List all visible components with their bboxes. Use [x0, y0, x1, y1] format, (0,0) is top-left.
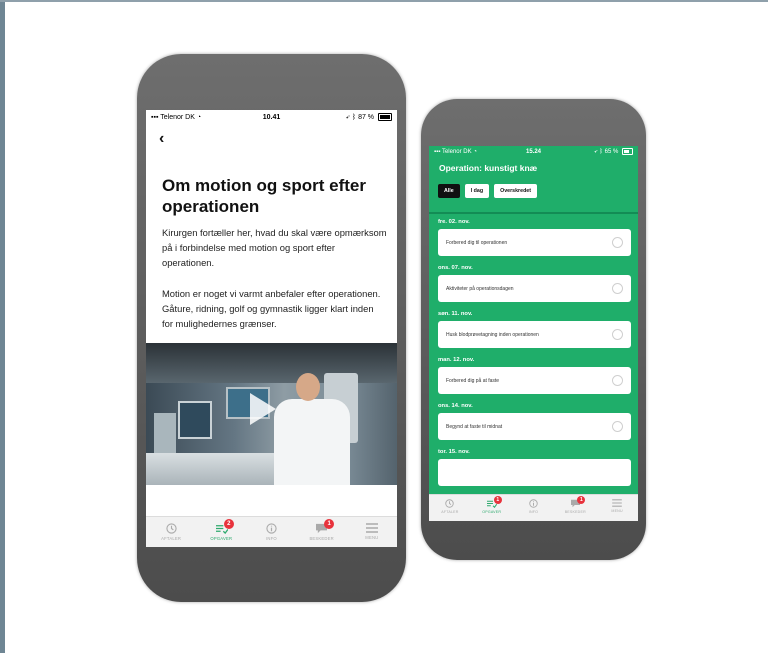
location-icon: ➶ — [594, 149, 598, 156]
video-player[interactable] — [146, 343, 397, 485]
tab-menu[interactable]: Menu — [347, 517, 397, 540]
article-paragraph-2: Motion er noget vi varmt anbefaler efter… — [162, 288, 381, 329]
tab-beskeder[interactable]: 1 Beskeder — [554, 495, 596, 514]
menu-icon — [612, 499, 622, 507]
info-icon — [266, 523, 277, 534]
bluetooth-icon: ᛒ — [351, 113, 357, 121]
clock-icon — [165, 523, 177, 534]
task-checkbox[interactable] — [612, 375, 623, 386]
filter-overskredet-button[interactable]: Overskredet — [494, 184, 538, 198]
day-label: ons. 14. nov. — [438, 403, 473, 409]
badge: 2 — [223, 519, 234, 529]
video-monitor — [178, 401, 212, 439]
article-paragraph-1: Kirurgen fortæller her, hvad du skal vær… — [162, 227, 387, 268]
page-title: Operation: kunstigt knæ — [439, 163, 538, 173]
day-group: ons. 14. nov. Begynd at faste til midnat — [438, 403, 631, 440]
battery-icon — [378, 113, 392, 121]
day-group: man. 12. nov. Forbered dig på at faste — [438, 357, 631, 394]
wifi-icon: ◔ — [196, 113, 202, 121]
task-checkbox[interactable] — [612, 237, 623, 248]
day-label: tor. 15. nov. — [438, 449, 470, 455]
play-icon[interactable] — [250, 393, 276, 425]
phone-left-screen: ▪▪▪ Telenor DK ◔ 10.41 ➶ ᛒ 87 % ‹ Om mot… — [146, 110, 397, 547]
tab-opgaver[interactable]: 1 Opgaver — [471, 495, 513, 514]
day-label: søn. 11. nov. — [438, 311, 473, 317]
day-group: søn. 11. nov. Husk blodprøvetagning inde… — [438, 311, 631, 348]
filter-bar: Alle I dag Overskredet — [438, 184, 538, 198]
status-bar: ▪▪▪ Telenor DK ◔ 15.24 ➶ ᛒ 65 % — [429, 146, 638, 158]
day-group: tor. 15. nov. — [438, 449, 631, 486]
filter-i-dag-button[interactable]: I dag — [464, 184, 490, 198]
status-bar: ▪▪▪ Telenor DK ◔ 10.41 ➶ ᛒ 87 % — [146, 110, 397, 124]
day-label: ons. 07. nov. — [438, 265, 473, 271]
menu-icon — [365, 523, 378, 533]
filter-alle-button[interactable]: Alle — [438, 184, 460, 198]
task-checkbox[interactable] — [612, 283, 623, 294]
task-card[interactable]: Aktiviteter på operationsdagen — [438, 275, 631, 302]
day-label: fre. 02. nov. — [438, 219, 470, 225]
battery-icon — [622, 148, 633, 156]
battery-label: ➶ ᛒ 87 % — [346, 113, 392, 121]
tab-aftaler[interactable]: Aftaler — [429, 495, 471, 514]
phone-right-screen: ▪▪▪ Telenor DK ◔ 15.24 ➶ ᛒ 65 % Operatio… — [429, 146, 638, 521]
tab-bar: Aftaler 2 Opgaver Info 1 Beskeder Menu — [146, 516, 397, 547]
badge: 1 — [577, 496, 586, 504]
video-surgeon — [274, 373, 350, 485]
signal-icon: ▪▪▪ — [434, 149, 441, 155]
task-card[interactable]: Forbered dig på at faste — [438, 367, 631, 394]
task-card[interactable]: Begynd at faste til midnat — [438, 413, 631, 440]
badge: 1 — [493, 496, 502, 504]
tab-aftaler[interactable]: Aftaler — [146, 517, 196, 541]
frame-top-edge — [0, 0, 768, 2]
tab-menu[interactable]: Menu — [596, 495, 638, 513]
tab-opgaver[interactable]: 2 Opgaver — [196, 517, 246, 541]
day-group: fre. 02. nov. Forbered dig til operation… — [438, 219, 631, 256]
location-icon: ➶ — [345, 113, 350, 121]
task-card[interactable] — [438, 459, 631, 486]
phone-left: ▪▪▪ Telenor DK ◔ 10.41 ➶ ᛒ 87 % ‹ Om mot… — [137, 54, 406, 602]
battery-label: ➶ ᛒ 65 % — [594, 148, 633, 156]
task-card[interactable]: Forbered dig til operationen — [438, 229, 631, 256]
carrier-label: ▪▪▪ Telenor DK ◔ — [151, 113, 202, 121]
tab-info[interactable]: Info — [246, 517, 296, 541]
task-card[interactable]: Husk blodprøvetagning inden operationen — [438, 321, 631, 348]
bluetooth-icon: ᛒ — [599, 149, 603, 156]
wifi-icon: ◔ — [473, 149, 477, 155]
task-checkbox[interactable] — [612, 421, 623, 432]
day-label: man. 12. nov. — [438, 357, 475, 363]
signal-icon: ▪▪▪ — [151, 113, 159, 121]
tab-beskeder[interactable]: 1 Beskeder — [297, 517, 347, 541]
badge: 1 — [324, 519, 335, 529]
task-list: fre. 02. nov. Forbered dig til operation… — [438, 219, 631, 495]
tab-bar: Aftaler 1 Opgaver Info 1 Beskeder Menu — [429, 494, 638, 521]
page-title: Om motion og sport efter operationen — [162, 176, 366, 216]
back-button[interactable]: ‹ — [159, 130, 164, 148]
day-group: ons. 07. nov. Aktiviteter på operationsd… — [438, 265, 631, 302]
video-ceiling — [146, 343, 397, 383]
clock-icon — [445, 499, 455, 508]
divider — [429, 212, 638, 214]
carrier-label: ▪▪▪ Telenor DK ◔ — [434, 149, 477, 155]
phone-right: ▪▪▪ Telenor DK ◔ 15.24 ➶ ᛒ 65 % Operatio… — [421, 99, 646, 560]
frame-left-edge — [0, 0, 5, 653]
tab-info[interactable]: Info — [513, 495, 555, 514]
info-icon — [529, 499, 538, 508]
video-bed — [146, 453, 276, 485]
task-checkbox[interactable] — [612, 329, 623, 340]
